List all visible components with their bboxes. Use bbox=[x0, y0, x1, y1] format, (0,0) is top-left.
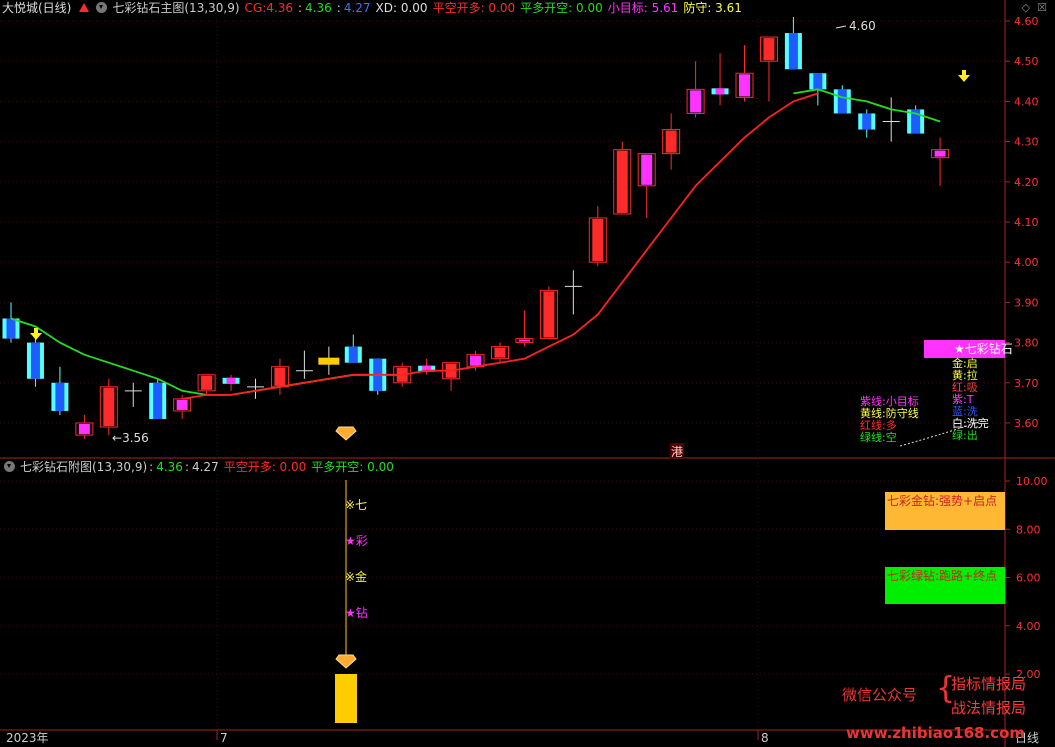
date-month-7: 7 bbox=[220, 731, 228, 745]
candle-body bbox=[274, 367, 286, 386]
candle-core bbox=[788, 33, 798, 70]
candle-body bbox=[78, 424, 90, 435]
candle-body bbox=[739, 74, 750, 97]
separator: : bbox=[149, 460, 154, 474]
candle-body bbox=[641, 154, 653, 185]
watermark-line2: 战法情报局 bbox=[951, 699, 1027, 717]
candle-body bbox=[176, 399, 188, 410]
line-legend-item: 绿线:空 bbox=[860, 431, 897, 444]
candle-core bbox=[226, 377, 236, 384]
yellow-down-arrow-icon bbox=[958, 70, 970, 82]
candle-body bbox=[201, 375, 213, 390]
price-tick-label: 4.20 bbox=[1014, 176, 1039, 189]
sub-value-2: 4.27 bbox=[191, 460, 219, 474]
kline-chart: 4.60 4.50 4.40 4.30 4.20 4.10 4.00 3.90 3.80 3.70… bbox=[0, 0, 1055, 747]
legend-title: ★七彩钻石 bbox=[924, 340, 1013, 358]
sub-chart-header: 七彩钻石附图(13,30,9):4.36:4.27 平空开多: 0.00 平多开空:… bbox=[0, 459, 399, 475]
candle-body bbox=[763, 38, 775, 61]
candle-core bbox=[837, 89, 847, 114]
sub-pdkk-text: 平多开空: 0.00 bbox=[311, 460, 394, 474]
signal-label: ※七 bbox=[345, 498, 368, 512]
sub-tick-label: 8.00 bbox=[1016, 523, 1041, 536]
gold-diamond-icon bbox=[335, 654, 357, 669]
candle-body bbox=[103, 387, 115, 427]
line-legend: 紫线:小目标 黄线:防守线 红线:多 绿线:空 bbox=[860, 396, 919, 444]
candle-body bbox=[690, 90, 702, 113]
green-diamond-box-text: 七彩绿钻:跑路+终点 bbox=[887, 568, 997, 583]
sub-tick-label: 10.00 bbox=[1016, 475, 1048, 488]
candle-body bbox=[470, 355, 482, 366]
signal-volume-bar bbox=[335, 674, 357, 723]
sub-tick-label: 4.00 bbox=[1016, 620, 1041, 633]
price-tick-label: 4.50 bbox=[1014, 55, 1039, 68]
price-tick-label: 4.10 bbox=[1014, 216, 1039, 229]
sub-tick-label: 6.00 bbox=[1016, 572, 1041, 585]
signal-labels: ※七 ★彩 ※金 ★钻 bbox=[345, 497, 368, 641]
grid bbox=[0, 18, 1005, 730]
price-tick-label: 3.60 bbox=[1014, 417, 1039, 430]
legend-items: 金:启 黄:拉 红:吸 紫:T 蓝:洗 白:洗完 绿:出 bbox=[924, 358, 1005, 442]
candle-body bbox=[318, 357, 340, 365]
watermark-line1: 指标情报局 bbox=[951, 675, 1027, 693]
sub-pkkd-text: 平空开多: 0.00 bbox=[223, 460, 307, 474]
sub-value-1: 4.36 bbox=[156, 460, 183, 474]
sub-indicator-name[interactable]: 七彩钻石附图(13,30,9) bbox=[20, 460, 147, 474]
price-tick-label: 4.60 bbox=[1014, 15, 1039, 28]
price-axis: 4.60 4.50 4.40 4.30 4.20 4.10 4.00 3.90 3.80 3.70… bbox=[1005, 15, 1039, 430]
low-label: ←3.56 bbox=[112, 431, 149, 445]
signal-label: ※金 bbox=[345, 570, 368, 584]
candle-core bbox=[153, 382, 163, 419]
candle-core bbox=[55, 382, 65, 411]
legend-item: 绿:出 bbox=[952, 429, 978, 442]
price-tick-label: 3.70 bbox=[1014, 377, 1039, 390]
candle-body bbox=[616, 150, 628, 213]
wechat-label: 微信公众号 bbox=[842, 686, 918, 704]
gold-diamond-box-text: 七彩金钻:强势+启点 bbox=[887, 493, 997, 508]
candle-body bbox=[518, 339, 530, 342]
watermark-url: www.zhibiao168.com bbox=[846, 724, 1026, 742]
candle-core bbox=[6, 318, 16, 339]
candle-core bbox=[348, 346, 358, 363]
candle-core bbox=[862, 113, 872, 130]
separator: : bbox=[184, 460, 189, 474]
price-tick-label: 4.30 bbox=[1014, 136, 1039, 149]
signal-label: ★钻 bbox=[345, 606, 368, 620]
price-tick-label: 3.90 bbox=[1014, 296, 1039, 309]
sub-axis: 10.008.006.004.002.00 bbox=[1005, 475, 1048, 681]
price-tick-label: 4.00 bbox=[1014, 256, 1039, 269]
high-label: 4.60 bbox=[849, 19, 876, 33]
candle-body bbox=[494, 347, 506, 358]
signal-label: ★彩 bbox=[345, 534, 368, 548]
price-tick-label: 3.80 bbox=[1014, 337, 1039, 350]
candle-body bbox=[934, 150, 946, 157]
gold-diamond-icon bbox=[335, 426, 357, 441]
candles bbox=[2, 16, 950, 440]
high-pointer bbox=[835, 25, 847, 29]
candle-body bbox=[543, 291, 555, 338]
date-year: 2023年 bbox=[6, 731, 49, 745]
legend-box: ★七彩钻石 金:启 黄:拉 红:吸 紫:T 蓝:洗 白:洗完 绿:出 bbox=[924, 340, 1013, 442]
candle-body bbox=[665, 130, 677, 153]
candle-core bbox=[813, 73, 823, 90]
dropdown-icon[interactable] bbox=[4, 461, 15, 472]
price-tick-label: 4.40 bbox=[1014, 95, 1039, 108]
low-value: 3.56 bbox=[122, 431, 149, 445]
date-month-8: 8 bbox=[761, 731, 769, 745]
candle-body bbox=[592, 218, 604, 262]
candle-core bbox=[715, 88, 725, 95]
candle-core bbox=[30, 342, 40, 379]
gang-badge: 港 bbox=[671, 445, 683, 459]
